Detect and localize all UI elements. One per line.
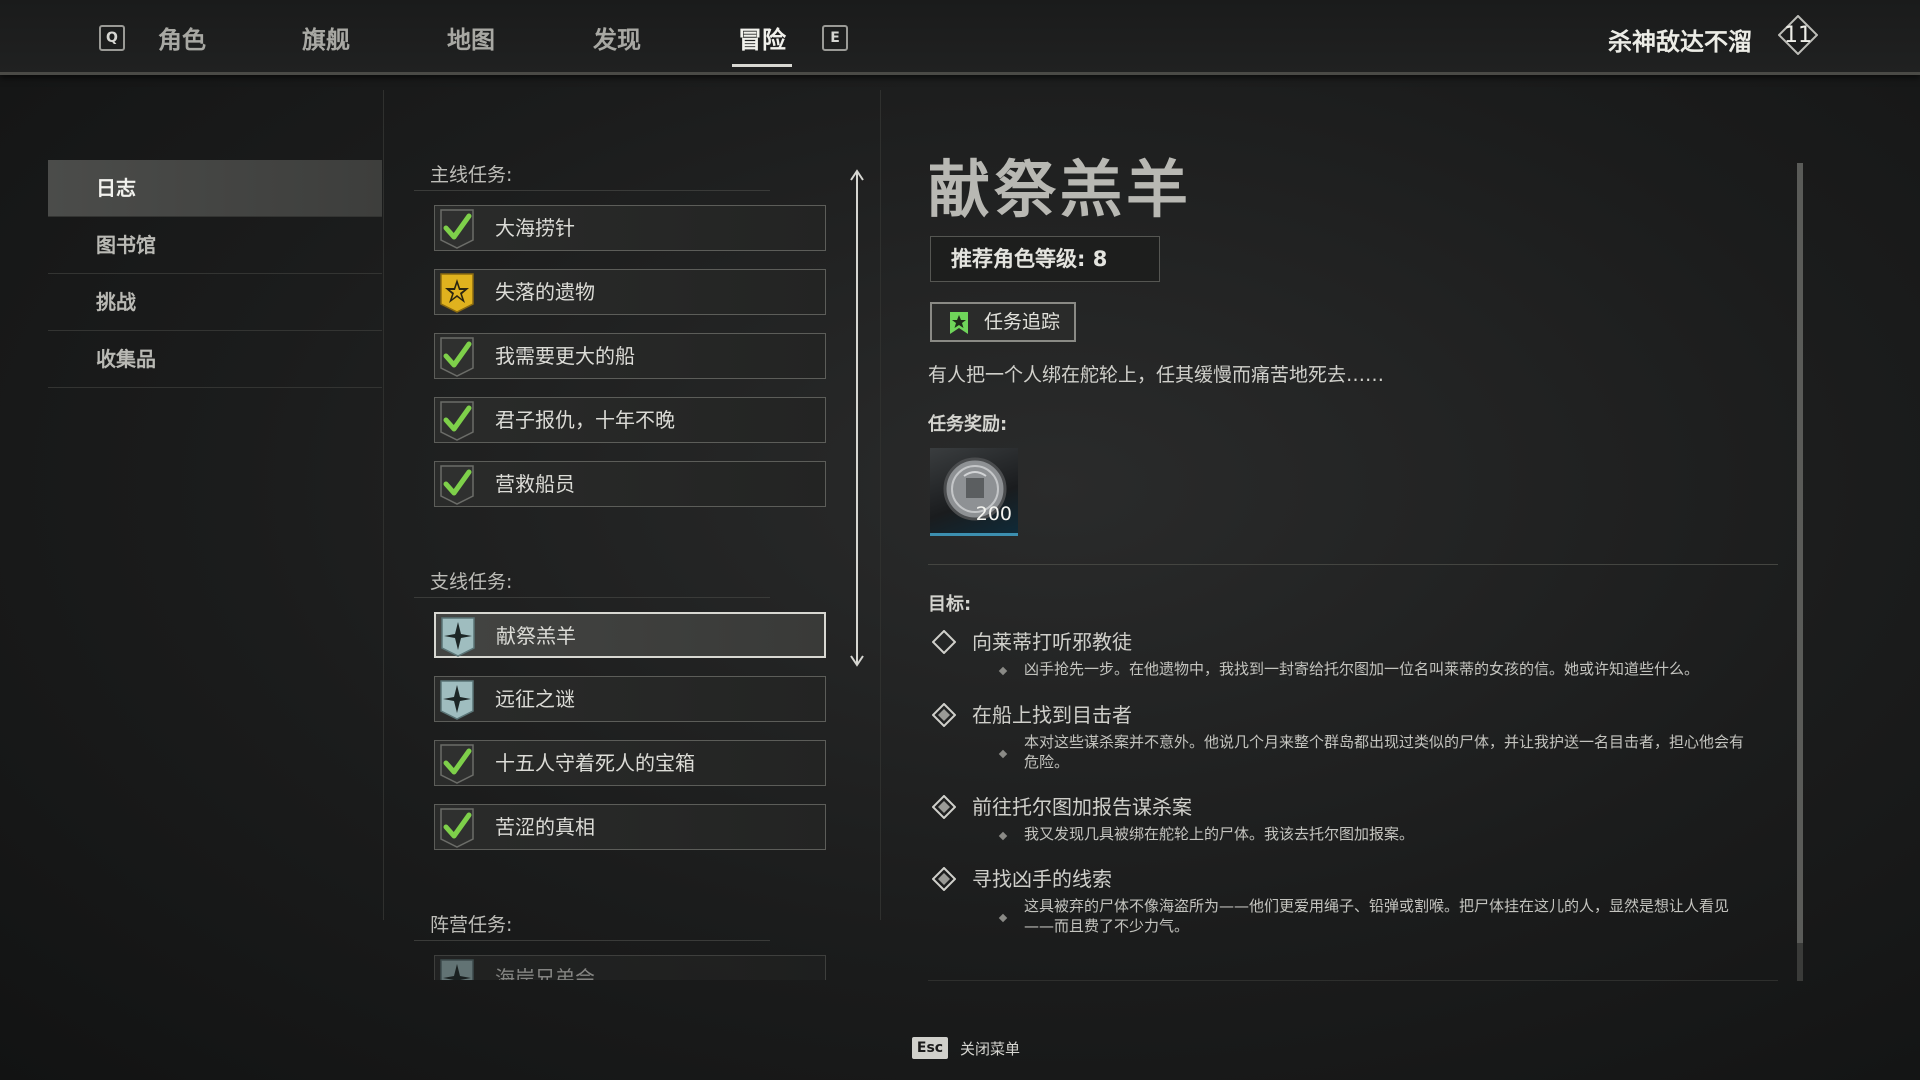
objective-title: 向莱蒂打听邪教徒: [972, 630, 1132, 654]
scroll-indicator-icon[interactable]: [850, 168, 864, 668]
compass-star-icon: [436, 614, 480, 658]
e-key-hint[interactable]: E: [822, 25, 848, 51]
tab-map[interactable]: 地图: [447, 20, 495, 55]
player-level: 11: [1784, 22, 1812, 48]
quest-item[interactable]: 远征之谜: [434, 676, 826, 722]
quest-label: 我需要更大的船: [495, 344, 635, 368]
quest-label: 苦涩的真相: [495, 815, 595, 839]
player-level-badge: 11: [1778, 15, 1818, 55]
quest-title: 献祭羔羊: [928, 153, 1193, 226]
objective-diamond-icon: [932, 630, 956, 654]
quest-detail-panel: 献祭羔羊 推荐角色等级: 8 任务追踪 有人把一个人绑在舵轮上，任其缓慢而痛苦地…: [928, 150, 1778, 935]
side-quests-heading: 支线任务:: [414, 567, 770, 598]
recommended-level: 推荐角色等级: 8: [930, 236, 1160, 282]
objective-title: 前往托尔图加报告谋杀案: [972, 795, 1192, 819]
tab-flagship[interactable]: 旗舰: [302, 20, 350, 55]
objective-description: 我又发现几具被绑在舵轮上的尸体。我该去托尔图加报案。: [1024, 825, 1415, 843]
bullet: [998, 831, 1008, 841]
objectives-heading: 目标:: [928, 594, 972, 615]
track-quest-label: 任务追踪: [984, 311, 1061, 333]
quest-label: 海岸兄弟会: [495, 966, 595, 980]
divider: [383, 90, 384, 920]
quest-item-selected[interactable]: 献祭羔羊: [434, 612, 826, 658]
bookmark-star-icon: [950, 312, 968, 334]
gold-star-icon: [435, 270, 479, 314]
quest-label: 君子报仇，十年不晚: [495, 408, 675, 432]
bullet: [998, 913, 1008, 923]
check-icon: [435, 334, 479, 378]
quest-label: 失落的遗物: [495, 280, 595, 304]
sidebar-item-library[interactable]: 图书馆: [48, 217, 382, 274]
quest-label: 远征之谜: [495, 687, 575, 711]
faction-quests-heading: 阵营任务:: [414, 910, 770, 941]
quest-label: 大海捞针: [495, 216, 575, 240]
objective-complete-diamond-icon: [932, 703, 956, 727]
sidebar-menu: 日志 图书馆 挑战 收集品: [48, 160, 382, 388]
quest-item[interactable]: 十五人守着死人的宝箱: [434, 740, 826, 786]
divider: [928, 980, 1778, 981]
objective-title: 寻找凶手的线索: [972, 867, 1112, 891]
quest-item[interactable]: 我需要更大的船: [434, 333, 826, 379]
bullet: [998, 666, 1008, 676]
quest-description: 有人把一个人绑在舵轮上，任其缓慢而痛苦地死去……: [928, 364, 1385, 386]
divider: [880, 90, 881, 920]
sidebar-item-collectibles[interactable]: 收集品: [48, 331, 382, 388]
esc-key-hint[interactable]: Esc: [912, 1037, 948, 1059]
sidebar-item-journal[interactable]: 日志: [48, 160, 382, 217]
track-quest-button[interactable]: 任务追踪: [930, 302, 1076, 342]
check-icon: [435, 462, 479, 506]
tab-discovery[interactable]: 发现: [593, 20, 641, 55]
objective-title: 在船上找到目击者: [972, 703, 1132, 727]
tab-adventure[interactable]: 冒险: [732, 20, 792, 67]
quest-item[interactable]: 海岸兄弟会: [434, 955, 826, 980]
quest-label: 献祭羔羊: [496, 624, 576, 648]
quest-item[interactable]: 苦涩的真相: [434, 804, 826, 850]
tab-character[interactable]: 角色: [158, 20, 206, 55]
compass-star-icon: [435, 956, 479, 980]
objective-description: 这具被弃的尸体不像海盗所为——他们更爱用绳子、铅弹或割喉。把尸体挂在这儿的人，显…: [1024, 897, 1730, 935]
objective-complete-diamond-icon: [932, 795, 956, 819]
objective-description: 凶手抢先一步。在他遗物中，我找到一封寄给托尔图加一位名叫莱蒂的女孩的信。她或许知…: [1024, 660, 1700, 678]
reward-amount: 200: [975, 503, 1012, 525]
player-name: 杀神敌达不溜: [1608, 28, 1752, 56]
quest-label: 十五人守着死人的宝箱: [495, 751, 695, 775]
quest-item[interactable]: 大海捞针: [434, 205, 826, 251]
top-nav-bar: Q 角色 旗舰 地图 发现 冒险 E 杀神敌达不溜 11: [0, 0, 1920, 75]
reward-coin-item[interactable]: 200: [930, 448, 1018, 536]
bullet: [998, 749, 1008, 759]
quest-list: 主线任务: 大海捞针 失落的遗物 我需要更大的船 君子报仇，十年不晚 营救船员 …: [414, 160, 844, 980]
check-icon: [435, 805, 479, 849]
quest-item[interactable]: 君子报仇，十年不晚: [434, 397, 826, 443]
check-icon: [435, 741, 479, 785]
main-quests-heading: 主线任务:: [414, 160, 770, 191]
divider: [928, 564, 1778, 565]
objective-complete-diamond-icon: [932, 867, 956, 891]
quest-item[interactable]: 营救船员: [434, 461, 826, 507]
compass-star-icon: [435, 677, 479, 721]
objective-description: 本对这些谋杀案并不意外。他说几个月来整个群岛都出现过类似的尸体，并让我护送一名目…: [1024, 733, 1745, 771]
footer-hint: Esc 关闭菜单: [912, 1037, 1020, 1059]
reward-heading: 任务奖励:: [928, 414, 1008, 435]
quest-label: 营救船员: [495, 472, 575, 496]
close-menu-label[interactable]: 关闭菜单: [960, 1038, 1020, 1059]
q-key-hint[interactable]: Q: [99, 25, 125, 51]
sidebar-item-challenges[interactable]: 挑战: [48, 274, 382, 331]
detail-scrollbar-thumb[interactable]: [1797, 163, 1803, 943]
quest-item[interactable]: 失落的遗物: [434, 269, 826, 315]
check-icon: [435, 398, 479, 442]
check-icon: [435, 206, 479, 250]
